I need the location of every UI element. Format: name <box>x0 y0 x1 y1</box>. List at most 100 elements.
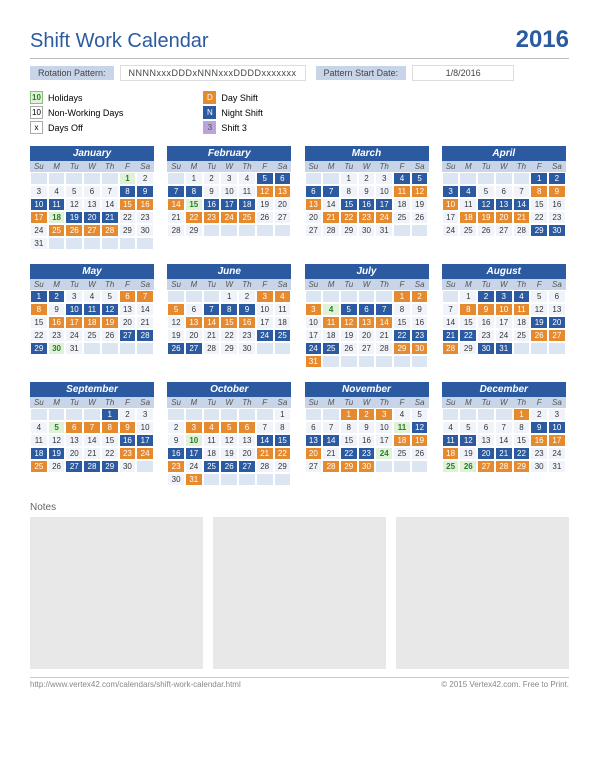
notes-box[interactable] <box>30 517 203 669</box>
day-head: Tu <box>203 397 221 408</box>
day-cell <box>393 224 411 237</box>
day-cell <box>375 355 393 368</box>
day-cell: 11 <box>513 303 531 316</box>
start-date-field: Pattern Start Date: 1/8/2016 <box>316 65 515 81</box>
day-cell: 27 <box>65 460 83 473</box>
day-head: Tu <box>340 397 358 408</box>
day-cell: 4 <box>274 290 292 303</box>
day-head: Th <box>375 161 393 172</box>
legend-nonworking: 10Non-Working Days <box>30 106 123 119</box>
week-row: 12345 <box>305 408 429 421</box>
notes-box[interactable] <box>396 517 569 669</box>
day-cell <box>358 355 376 368</box>
week-row: 1 <box>167 408 291 421</box>
day-cell: 10 <box>375 185 393 198</box>
day-cell: 17 <box>375 434 393 447</box>
day-head: Th <box>238 161 256 172</box>
day-cell <box>256 224 274 237</box>
day-cell: 9 <box>530 421 548 434</box>
day-cell: 28 <box>375 342 393 355</box>
day-cell <box>393 460 411 473</box>
day-head: F <box>530 161 548 172</box>
startdate-value[interactable]: 1/8/2016 <box>412 65 514 81</box>
day-cell: 11 <box>48 198 66 211</box>
rotation-value[interactable]: NNNNxxxDDDxNNNxxxDDDDxxxxxxx <box>120 65 306 81</box>
day-cell: 18 <box>459 211 477 224</box>
day-cell <box>48 237 66 250</box>
day-cell: 22 <box>119 211 137 224</box>
day-cell: 13 <box>358 316 376 329</box>
day-cell: 8 <box>30 303 48 316</box>
day-cell: 7 <box>442 303 460 316</box>
day-cell: 8 <box>340 185 358 198</box>
day-headers: SuMTuWThFSa <box>30 279 154 290</box>
day-cell <box>136 460 154 473</box>
day-cell <box>495 408 513 421</box>
day-cell: 29 <box>513 460 531 473</box>
day-cell <box>167 408 185 421</box>
day-cell: 15 <box>459 316 477 329</box>
day-cell: 20 <box>274 198 292 211</box>
day-cell: 2 <box>358 172 376 185</box>
day-cell: 9 <box>548 185 566 198</box>
day-head: Tu <box>477 161 495 172</box>
week-row: 17181920212223 <box>305 329 429 342</box>
day-cell: 3 <box>495 290 513 303</box>
day-head: F <box>530 397 548 408</box>
day-cell: 8 <box>101 421 119 434</box>
day-cell: 15 <box>185 198 203 211</box>
day-cell: 23 <box>477 329 495 342</box>
day-cell: 21 <box>375 329 393 342</box>
day-cell: 19 <box>411 198 429 211</box>
day-cell: 1 <box>185 172 203 185</box>
day-cell: 22 <box>274 447 292 460</box>
day-head: F <box>393 397 411 408</box>
day-cell: 8 <box>274 421 292 434</box>
day-head: M <box>185 397 203 408</box>
notes-box[interactable] <box>213 517 386 669</box>
startdate-label: Pattern Start Date: <box>316 66 407 80</box>
day-cell: 16 <box>411 316 429 329</box>
day-cell: 23 <box>48 329 66 342</box>
day-head: M <box>48 397 66 408</box>
day-cell: 5 <box>167 303 185 316</box>
day-cell: 20 <box>65 447 83 460</box>
day-cell: 21 <box>136 316 154 329</box>
day-cell: 4 <box>459 185 477 198</box>
day-cell: 27 <box>477 460 495 473</box>
day-cell <box>167 290 185 303</box>
day-cell: 15 <box>30 316 48 329</box>
day-cell: 13 <box>548 303 566 316</box>
day-head: Th <box>513 397 531 408</box>
day-cell: 12 <box>256 185 274 198</box>
week-row: 28293031 <box>442 342 566 355</box>
week-row: 567891011 <box>167 303 291 316</box>
day-headers: SuMTuWThFSa <box>167 279 291 290</box>
day-cell: 28 <box>442 342 460 355</box>
month-name: July <box>305 264 429 279</box>
day-cell: 11 <box>459 198 477 211</box>
day-cell <box>442 408 460 421</box>
day-cell: 16 <box>136 198 154 211</box>
day-head: Sa <box>274 161 292 172</box>
page-title: Shift Work Calendar <box>30 30 209 53</box>
day-cell: 7 <box>322 421 340 434</box>
month-name: September <box>30 382 154 397</box>
day-head: Su <box>30 279 48 290</box>
day-cell: 27 <box>358 342 376 355</box>
day-cell: 3 <box>136 408 154 421</box>
day-cell: 24 <box>256 329 274 342</box>
day-cell: 6 <box>119 290 137 303</box>
day-cell: 14 <box>83 434 101 447</box>
week-row: 12 <box>305 290 429 303</box>
day-cell <box>322 408 340 421</box>
month: MarchSuMTuWThFSa123456789101112131415161… <box>305 146 429 250</box>
day-cell: 25 <box>393 447 411 460</box>
day-head: Tu <box>477 279 495 290</box>
day-cell: 31 <box>305 355 323 368</box>
footer-copyright: © 2015 Vertex42.com. Free to Print. <box>441 680 569 689</box>
day-head: F <box>256 161 274 172</box>
day-head: M <box>48 279 66 290</box>
day-head: Su <box>30 161 48 172</box>
day-cell <box>136 237 154 250</box>
